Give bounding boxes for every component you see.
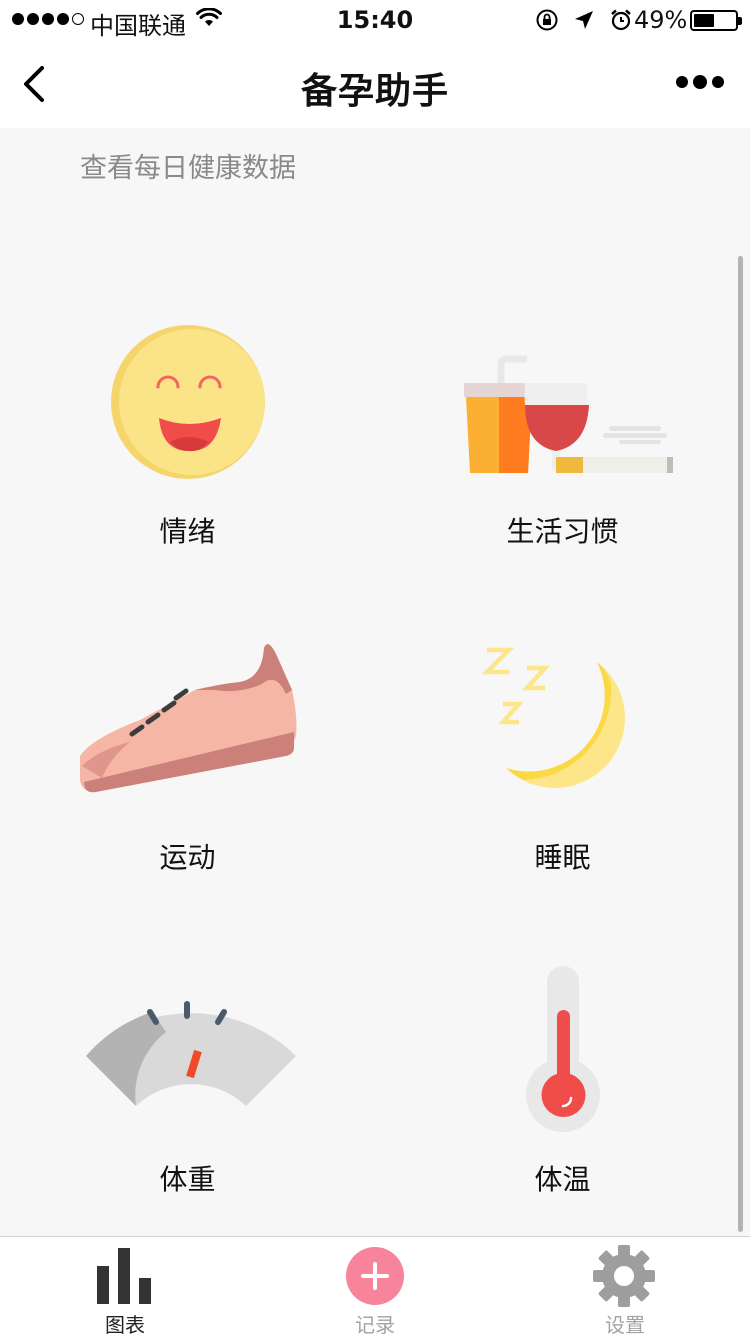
screen: 中国联通 15:40 49% 备孕助手 查看每日健康数据 情绪 生活习惯 运动 … [0,0,750,1334]
battery-percent: 49% [634,6,688,34]
more-dots-icon[interactable] [676,75,724,89]
tab-charts[interactable]: 图表 [0,1237,250,1334]
item-label: 情绪 [159,515,216,548]
grid-item-sleep[interactable]: 睡眠 [375,628,750,928]
section-subtitle: 查看每日健康数据 [80,153,296,184]
tab-label: 设置 [605,1313,645,1334]
tab-label: 图表 [105,1313,145,1334]
tab-label: 记录 [355,1313,395,1334]
item-label: 生活习惯 [506,515,619,548]
smiley-face-icon [111,325,265,479]
orientation-lock-icon [536,9,558,31]
alarm-icon [611,9,631,31]
item-label: 体重 [159,1163,216,1196]
tab-bar: 图表 记录 设置 [0,1236,750,1334]
status-bar: 中国联通 15:40 49% [0,0,750,40]
grid-item-weight[interactable]: 体重 [0,950,375,1250]
scale-gauge-icon [86,1001,296,1106]
item-label: 运动 [159,841,216,874]
plus-circle-icon [346,1247,404,1305]
thermometer-icon [526,966,600,1132]
tab-record[interactable]: 记录 [250,1237,500,1334]
battery-icon [690,10,742,31]
nav-bar: 备孕助手 [0,40,750,128]
bar-chart-icon [97,1248,151,1304]
tab-settings[interactable]: 设置 [500,1237,750,1334]
item-label: 睡眠 [534,841,591,874]
status-icons [535,8,633,32]
battery-level [694,14,714,27]
location-arrow-icon [575,11,593,29]
grid-item-exercise[interactable]: 运动 [0,628,375,928]
grid-item-mood[interactable]: 情绪 [0,305,375,605]
sneaker-icon [80,644,297,793]
grid-item-lifestyle[interactable]: 生活习惯 [375,305,750,605]
gear-icon [593,1245,655,1307]
moon-zzz-icon [481,647,625,788]
page-title: 备孕助手 [300,71,449,112]
item-label: 体温 [534,1163,591,1196]
drinks-cigarette-icon [464,355,673,473]
grid-item-temperature[interactable]: 体温 [375,950,750,1250]
